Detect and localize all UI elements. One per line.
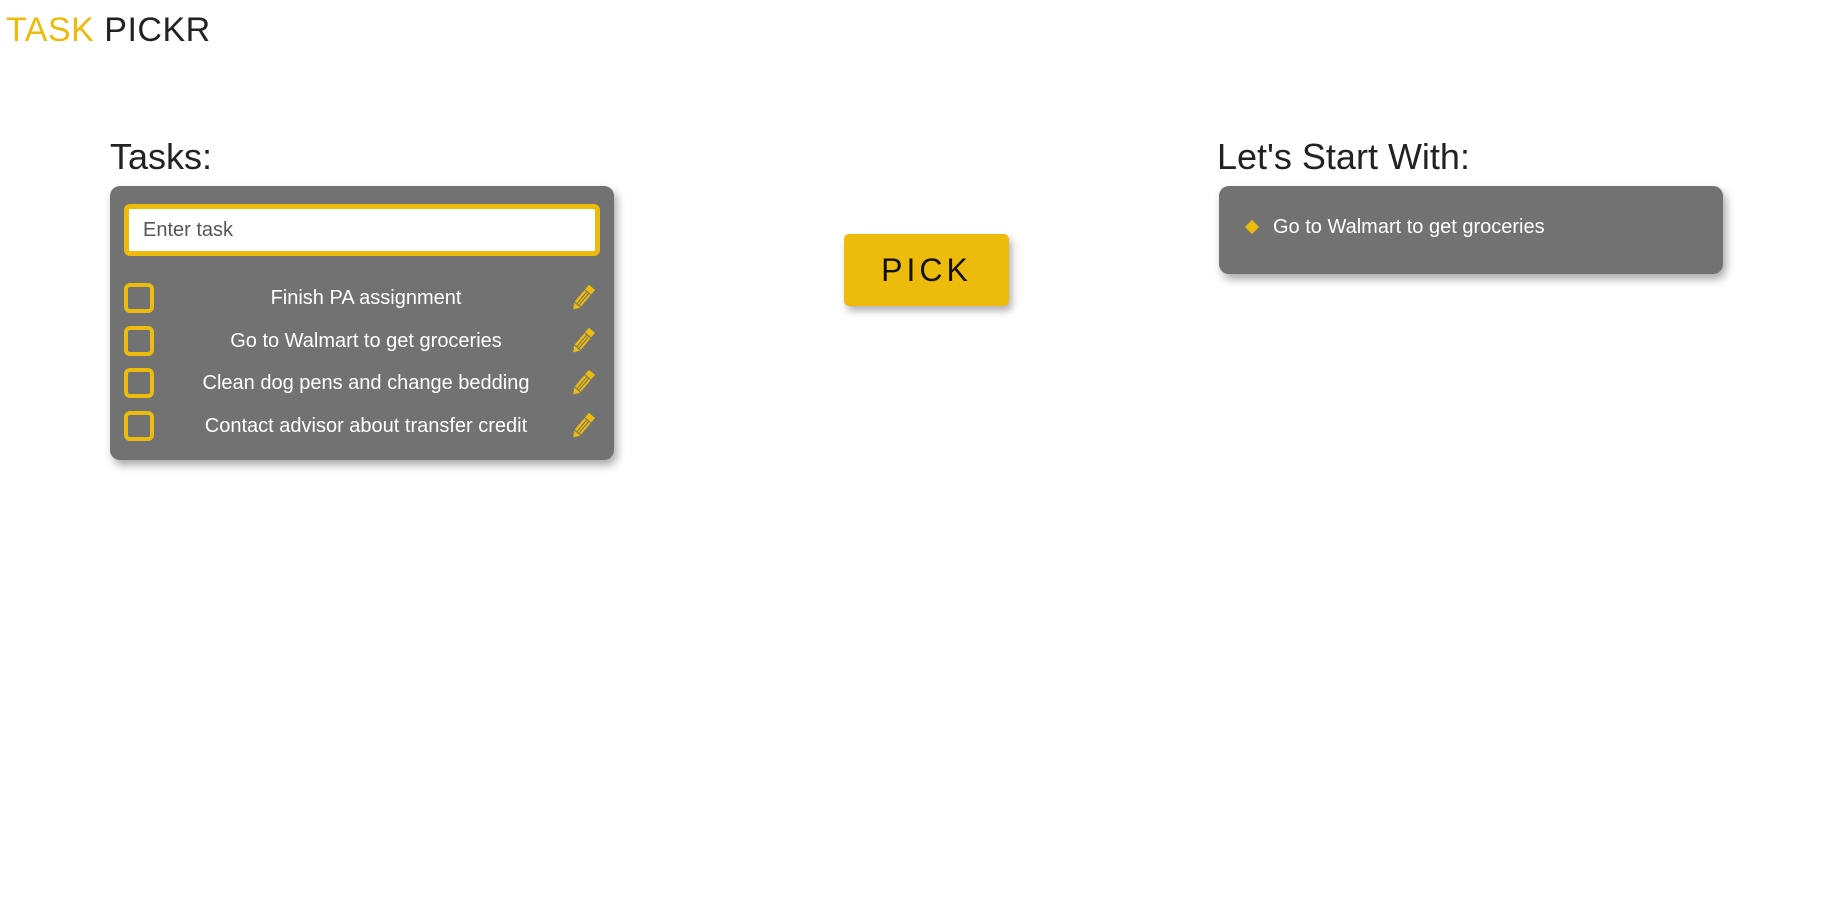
pick-button[interactable]: PICK [844,234,1009,306]
tasks-title: Tasks: [110,136,213,177]
picked-task-item: Go to Walmart to get groceries [1244,212,1545,242]
pencil-icon[interactable] [568,410,598,442]
task-label: Clean dog pens and change bedding [202,372,530,395]
task-row: Go to Walmart to get groceries [124,325,608,368]
pencil-icon[interactable] [568,367,598,399]
logo-pickr: PICKR [104,11,211,49]
task-row: Finish PA assignment [124,282,608,325]
task-checkbox[interactable] [124,283,154,313]
tasks-panel: Finish PA assignment Go to Walmart to ge… [110,186,614,460]
picked-task-panel: Go to Walmart to get groceries [1219,186,1723,274]
picked-task-label: Go to Walmart to get groceries [1273,216,1545,238]
task-label: Contact advisor about transfer credit [204,415,528,438]
task-checkbox[interactable] [124,368,154,399]
task-checkbox[interactable] [124,325,154,356]
task-label: Go to Walmart to get groceries [230,329,502,352]
task-checkbox[interactable] [124,411,154,442]
diamond-bullet-icon [1244,219,1260,235]
task-input[interactable] [124,204,600,256]
start-title: Let's Start With: [1217,136,1470,177]
app-logo: TASK PICKR [6,8,211,52]
logo-task: TASK [6,11,95,49]
task-row: Clean dog pens and change bedding [124,367,608,410]
task-label: Finish PA assignment [270,287,462,309]
task-list: Finish PA assignment Go to Walmart to ge… [124,282,608,453]
pencil-icon[interactable] [568,282,598,314]
task-row: Contact advisor about transfer credit [124,410,608,453]
pencil-icon[interactable] [568,325,598,357]
